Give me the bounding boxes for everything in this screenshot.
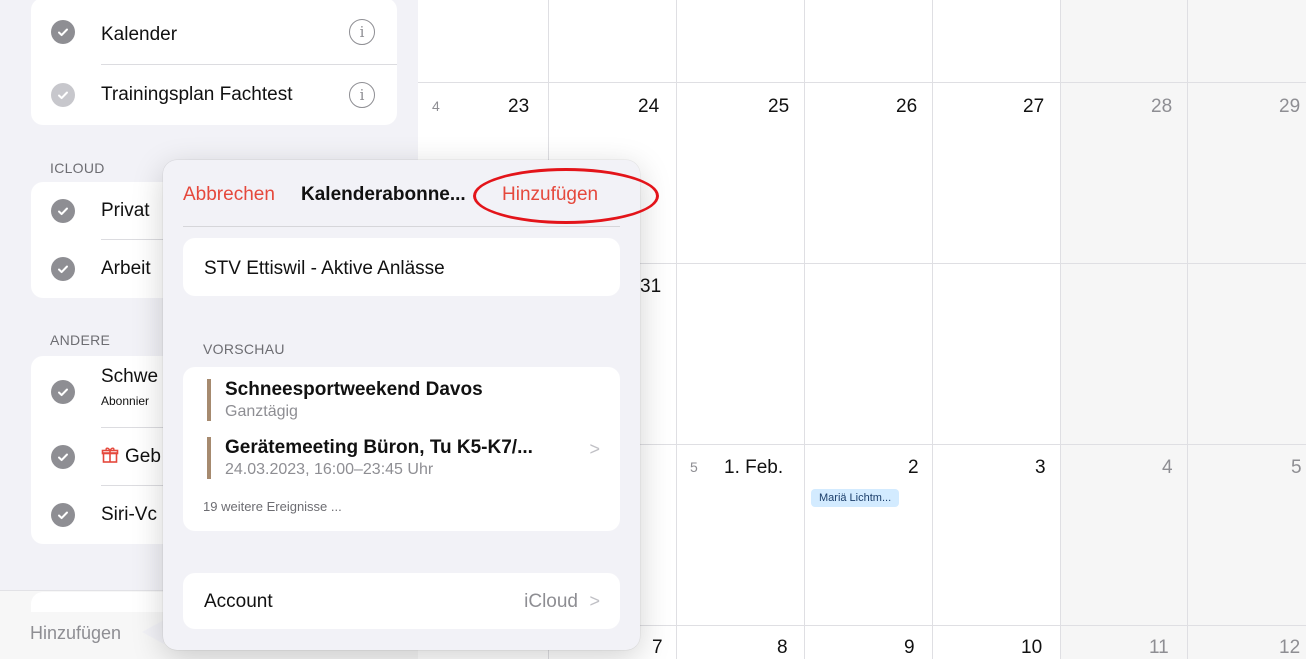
sidebar-item-label: Privat bbox=[101, 200, 150, 221]
sidebar-item-label: Arbeit bbox=[101, 258, 151, 279]
info-icon[interactable]: i bbox=[349, 18, 375, 45]
week-number: 5 bbox=[690, 459, 698, 475]
account-value: iCloud bbox=[524, 591, 578, 612]
add-calendar-button[interactable]: Hinzufügen bbox=[30, 623, 121, 644]
sidebar-item-label: Schwe bbox=[101, 366, 159, 387]
day-cell[interactable]: 28 bbox=[1151, 96, 1172, 118]
checkmark-icon[interactable] bbox=[51, 445, 75, 469]
sidebar-item-label: Geb bbox=[125, 446, 161, 467]
chevron-right-icon: > bbox=[589, 439, 600, 459]
day-cell[interactable]: 23 bbox=[508, 96, 529, 118]
event-title: Schneesportweekend Davos bbox=[225, 379, 483, 400]
sidebar-item-kalender[interactable]: Kalender i bbox=[31, 0, 397, 65]
calendar-app: 4 23 24 25 26 27 28 29 31 5 1. Feb. 2 3 … bbox=[0, 0, 1306, 659]
checkmark-icon[interactable] bbox=[51, 380, 75, 404]
popover-arrow bbox=[142, 620, 164, 644]
day-cell[interactable]: 5 bbox=[1291, 457, 1302, 479]
preview-card[interactable]: Schneesportweekend Davos Ganztägig Gerät… bbox=[183, 367, 620, 531]
sidebar-item-label: Siri-Vc bbox=[101, 504, 157, 525]
day-cell[interactable]: 29 bbox=[1279, 96, 1300, 118]
day-cell[interactable]: 27 bbox=[1023, 96, 1044, 118]
cancel-button[interactable]: Abbrechen bbox=[183, 184, 275, 206]
event-subtitle: Ganztägig bbox=[225, 403, 298, 420]
chevron-right-icon: > bbox=[589, 591, 600, 611]
calendar-group-top: Kalender i Trainingsplan Fachtest i bbox=[31, 0, 397, 125]
day-cell[interactable]: 10 bbox=[1021, 637, 1042, 659]
account-label: Account bbox=[204, 591, 273, 612]
checkmark-icon[interactable] bbox=[51, 503, 75, 527]
account-row[interactable]: Account iCloud > bbox=[183, 573, 620, 629]
day-cell[interactable]: 31 bbox=[640, 276, 661, 298]
event-subtitle: 24.03.2023, 16:00–23:45 Uhr bbox=[225, 461, 434, 478]
more-events-label: 19 weitere Ereignisse ... bbox=[203, 499, 342, 514]
day-cell[interactable]: 9 bbox=[904, 637, 915, 659]
section-header-other: ANDERE bbox=[50, 332, 111, 348]
sidebar-item-subtitle: Abonnier bbox=[101, 394, 150, 408]
sidebar-item-label: Trainingsplan Fachtest bbox=[101, 84, 293, 105]
checkmark-icon[interactable] bbox=[51, 19, 75, 44]
day-cell[interactable]: 3 bbox=[1035, 457, 1046, 479]
calendar-event[interactable]: Mariä Lichtm... bbox=[811, 489, 900, 507]
day-cell[interactable]: 24 bbox=[638, 96, 659, 118]
day-cell[interactable]: 8 bbox=[777, 637, 788, 659]
day-cell[interactable]: 26 bbox=[896, 96, 917, 118]
day-cell[interactable]: 11 bbox=[1149, 637, 1169, 659]
day-cell[interactable]: 2 bbox=[908, 457, 919, 479]
day-cell[interactable]: 25 bbox=[768, 96, 789, 118]
popover-header: Abbrechen Kalenderabonne... Hinzufügen bbox=[163, 160, 659, 226]
day-cell[interactable]: 12 bbox=[1279, 637, 1300, 659]
sidebar-item-label: Kalender bbox=[101, 24, 178, 45]
calendar-name-input[interactable]: STV Ettiswil - Aktive Anlässe bbox=[183, 238, 620, 296]
highlight-circle bbox=[473, 168, 659, 224]
popover-title: Kalenderabonne... bbox=[301, 184, 466, 205]
event-title: Gerätemeeting Büron, Tu K5-K7/... bbox=[225, 437, 533, 458]
day-cell[interactable]: 1. Feb. bbox=[724, 457, 783, 479]
preview-header: VORSCHAU bbox=[203, 341, 285, 357]
day-cell[interactable]: 7 bbox=[652, 637, 663, 659]
preview-event: Schneesportweekend Davos Ganztägig bbox=[207, 379, 483, 421]
gift-icon bbox=[101, 446, 119, 468]
sidebar-item-trainingsplan[interactable]: Trainingsplan Fachtest i bbox=[31, 65, 397, 125]
weekend-shade bbox=[1060, 0, 1306, 659]
checkmark-icon[interactable] bbox=[51, 199, 75, 223]
section-header-icloud: ICLOUD bbox=[50, 160, 105, 176]
day-cell[interactable]: 4 bbox=[1162, 457, 1173, 479]
preview-event: Gerätemeeting Büron, Tu K5-K7/... 24.03.… bbox=[207, 437, 533, 479]
subscription-popover: Abbrechen Kalenderabonne... Hinzufügen S… bbox=[163, 160, 659, 650]
checkmark-icon[interactable] bbox=[51, 83, 75, 107]
checkmark-icon[interactable] bbox=[51, 257, 75, 281]
header-divider bbox=[183, 226, 620, 227]
week-number: 4 bbox=[432, 98, 440, 114]
info-icon[interactable]: i bbox=[349, 82, 375, 108]
